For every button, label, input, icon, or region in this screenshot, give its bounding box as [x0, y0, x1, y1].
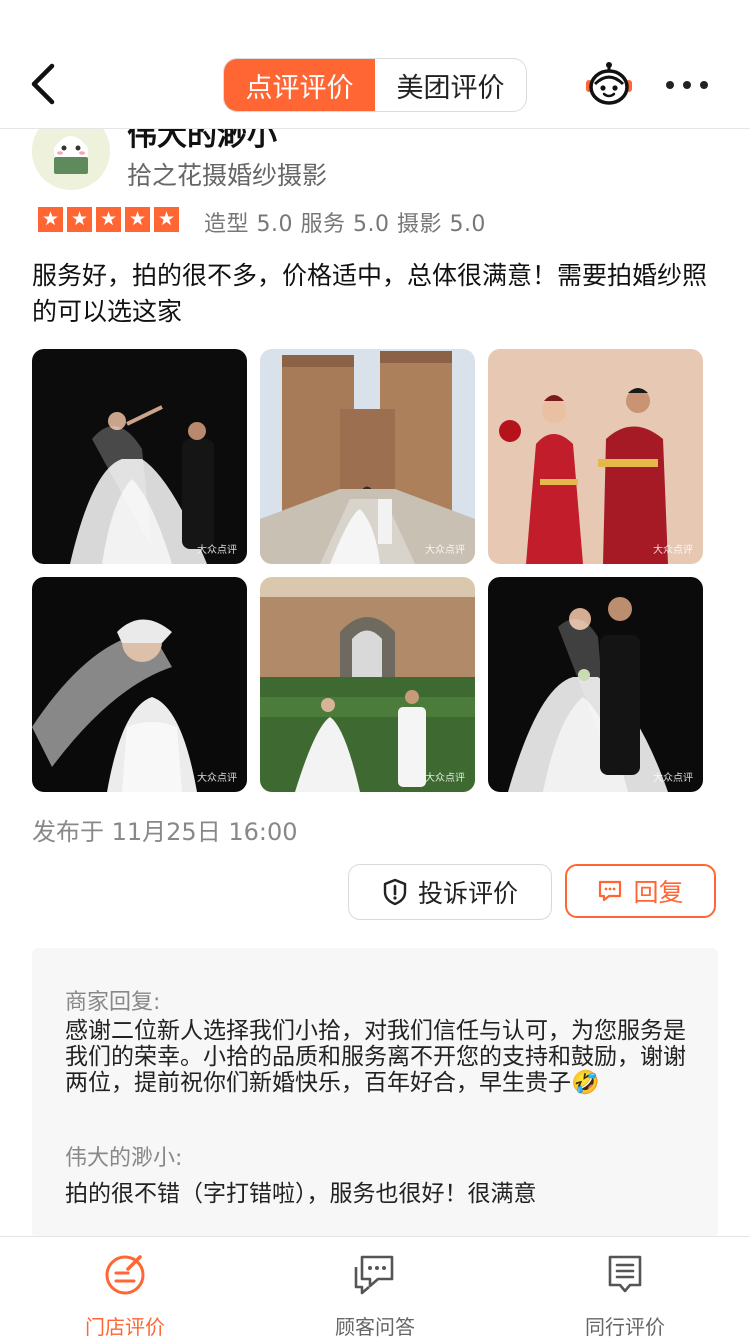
reply-label: 回复 — [633, 878, 684, 907]
shield-alert-icon — [383, 878, 407, 906]
star-icon: ★ — [125, 207, 150, 232]
tab-customer-qa-label: 顾客问答 — [335, 1315, 415, 1339]
more-dots-icon — [666, 81, 674, 89]
top-nav-bar: 点评评价 美团评价 — [0, 0, 750, 129]
report-review-label: 投诉评价 — [417, 879, 518, 908]
edit-circle-icon — [105, 1255, 145, 1295]
rating-stars: ★ ★ ★ ★ ★ — [38, 207, 179, 232]
review-photo[interactable]: 大众点评 — [488, 349, 703, 564]
robot-assistant-icon — [586, 62, 632, 105]
photo-grid: 大众点评 大众点评 大众点评 大众点评 大众点评 大众点评 — [32, 349, 704, 792]
tab-store-reviews-label: 门店评价 — [85, 1315, 165, 1339]
review-photo[interactable]: 大众点评 — [32, 577, 247, 792]
review-body: 服务好，拍的很不多，价格适中，总体很满意！需要拍婚纱照的可以选这家 — [32, 261, 708, 326]
chat-bubbles-icon — [354, 1255, 394, 1295]
star-icon: ★ — [38, 207, 63, 232]
photo-watermark: 大众点评 — [425, 773, 465, 784]
report-review-button[interactable]: 投诉评价 — [348, 864, 552, 920]
tab-dianping-reviews[interactable]: 点评评价 — [224, 59, 375, 111]
review-photo[interactable]: 大众点评 — [32, 349, 247, 564]
shop-name[interactable]: 拾之花摄婚纱摄影 — [127, 156, 327, 192]
review-source-tabs: 点评评价 美团评价 — [223, 58, 527, 112]
photo-watermark: 大众点评 — [197, 545, 237, 556]
reply-button[interactable]: 回复 — [565, 864, 716, 918]
back-button[interactable] — [26, 60, 66, 108]
review-photo[interactable]: 大众点评 — [260, 349, 475, 564]
review-photo[interactable]: 大众点评 — [260, 577, 475, 792]
photo-watermark: 大众点评 — [425, 545, 465, 556]
follow-up-user-text: 拍的很不错（字打错啦），服务也很好！很满意 — [65, 1181, 537, 1207]
review-photo[interactable]: 大众点评 — [488, 577, 703, 792]
star-icon: ★ — [154, 207, 179, 232]
merchant-reply-label: 商家回复: — [65, 990, 161, 1015]
bottom-tab-bar: 门店评价 顾客问答 同行评价 — [0, 1236, 750, 1339]
photo-watermark: 大众点评 — [197, 773, 237, 784]
photo-watermark: 大众点评 — [653, 545, 693, 556]
tab-customer-qa[interactable]: 顾客问答 — [250, 1237, 500, 1339]
tab-store-reviews[interactable]: 门店评价 — [0, 1237, 250, 1339]
post-time: 发布于 11月25日 16:00 — [32, 818, 298, 846]
sub-scores: 造型 5.0 服务 5.0 摄影 5.0 — [204, 212, 486, 237]
tab-peer-reviews[interactable]: 同行评价 — [500, 1237, 750, 1339]
assistant-button[interactable] — [584, 62, 634, 108]
follow-up-user-label: 伟大的渺小: — [65, 1146, 183, 1171]
chevron-left-icon — [31, 63, 55, 105]
star-icon: ★ — [96, 207, 121, 232]
merchant-reply-box: 商家回复: 感谢二位新人选择我们小拾，对我们信任与认可，为您服务是我们的荣幸。小… — [32, 948, 718, 1238]
tab-peer-reviews-label: 同行评价 — [585, 1315, 665, 1339]
photo-watermark: 大众点评 — [653, 773, 693, 784]
star-icon: ★ — [67, 207, 92, 232]
more-button[interactable] — [666, 70, 708, 100]
list-document-icon — [608, 1255, 642, 1293]
tab-meituan-reviews[interactable]: 美团评价 — [375, 59, 526, 111]
merchant-reply-text: 感谢二位新人选择我们小拾，对我们信任与认可，为您服务是我们的荣幸。小拾的品质和服… — [65, 1018, 686, 1096]
comment-icon — [599, 880, 622, 902]
